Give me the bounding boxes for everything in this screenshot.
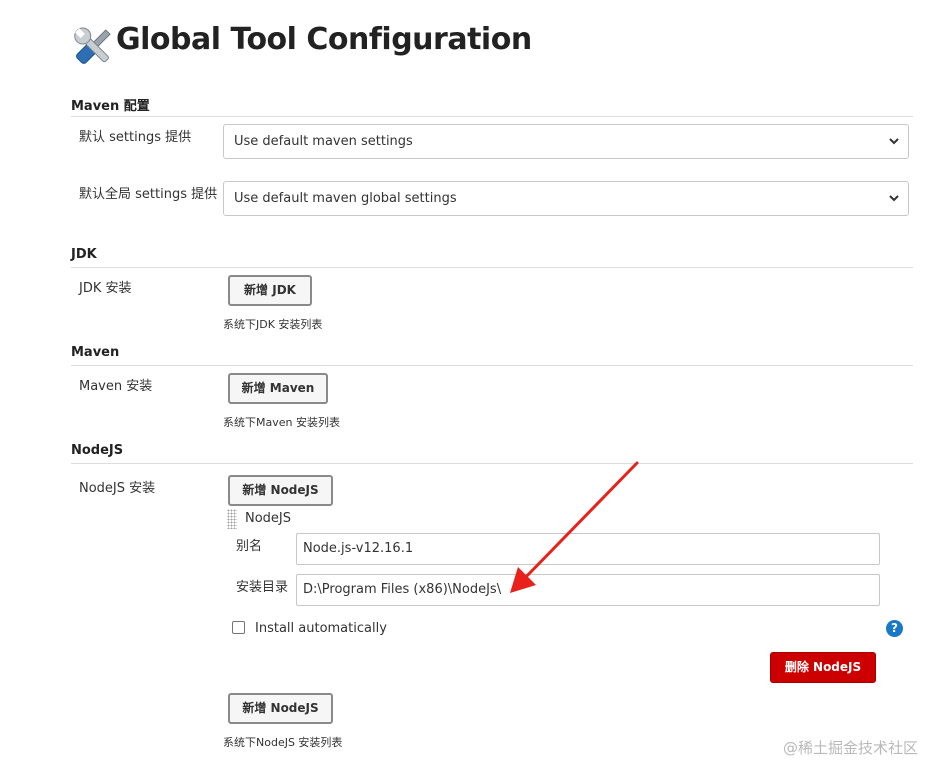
global-settings-select[interactable]: Use default maven global settings	[223, 181, 909, 216]
divider	[71, 116, 913, 117]
install-automatically-checkbox[interactable]	[232, 621, 245, 634]
add-nodejs-button-top[interactable]: 新增 NodeJS	[228, 475, 333, 506]
section-title-nodejs: NodeJS	[71, 443, 124, 458]
jdk-hint: 系统下JDK 安装列表	[223, 318, 323, 331]
add-nodejs-button-bottom[interactable]: 新增 NodeJS	[228, 693, 333, 724]
section-title-jdk: JDK	[71, 247, 97, 262]
settings-select[interactable]: Use default maven settings	[223, 124, 909, 159]
page-title: Global Tool Configuration	[116, 22, 532, 57]
alias-label: 别名	[236, 539, 263, 554]
divider	[71, 365, 913, 366]
chevron-down-icon	[889, 195, 899, 202]
install-home-label: 安装目录	[236, 580, 289, 595]
help-icon[interactable]: ?	[886, 620, 903, 637]
chevron-down-icon	[889, 138, 899, 145]
settings-select-value: Use default maven settings	[234, 134, 413, 149]
divider	[71, 463, 913, 464]
drag-handle-icon[interactable]	[227, 509, 237, 529]
tools-icon	[70, 24, 116, 70]
add-jdk-button[interactable]: 新增 JDK	[228, 275, 312, 306]
nodejs-install-label: NodeJS 安装	[79, 481, 156, 496]
global-settings-label: 默认全局 settings 提供	[79, 187, 218, 202]
maven-hint: 系统下Maven 安装列表	[223, 416, 340, 429]
watermark: @稀土掘金技术社区	[782, 739, 918, 757]
jdk-install-label: JDK 安装	[79, 281, 132, 296]
global-settings-select-value: Use default maven global settings	[234, 191, 457, 206]
delete-nodejs-button[interactable]: 删除 NodeJS	[770, 652, 876, 683]
annotation-arrow-icon	[510, 461, 639, 593]
section-title-maven-config: Maven 配置	[71, 99, 150, 114]
nodejs-entry-header: NodeJS	[245, 511, 292, 526]
section-title-maven: Maven	[71, 345, 120, 360]
maven-install-label: Maven 安装	[79, 379, 153, 394]
settings-label: 默认 settings 提供	[79, 130, 192, 145]
nodejs-hint: 系统下NodeJS 安装列表	[223, 736, 343, 749]
install-automatically-label: Install automatically	[255, 621, 387, 636]
divider	[71, 267, 913, 268]
add-maven-button[interactable]: 新增 Maven	[228, 373, 328, 404]
